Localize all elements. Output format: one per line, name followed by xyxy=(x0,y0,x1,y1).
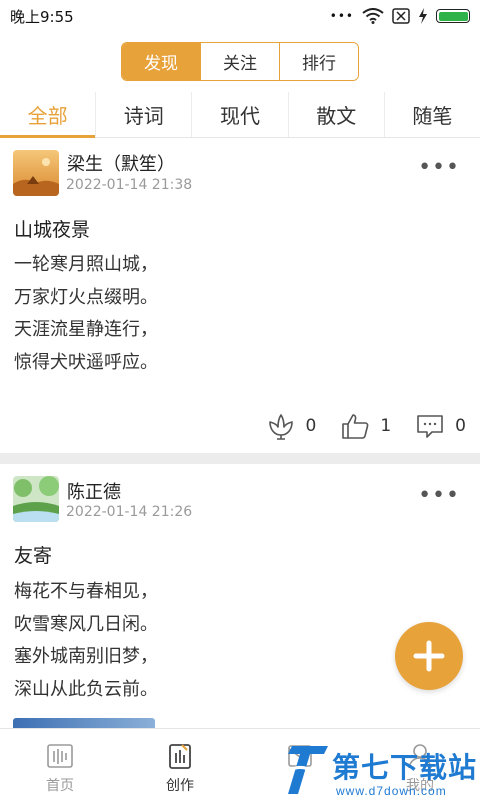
nav-home[interactable]: 首页 xyxy=(0,729,120,800)
flower-count: 0 xyxy=(305,416,317,436)
status-bar: 晚上9:55 ••• xyxy=(0,0,480,32)
tab-follow[interactable]: 关注 xyxy=(200,43,279,80)
watermark: 第七下载站 www.d7down.com xyxy=(284,740,480,800)
post-card[interactable]: 陈正德 2022-01-14 21:26 ••• 友寄 梅花不与春相见， 吹雪寒… xyxy=(0,464,480,728)
post-time: 2022-01-14 21:38 xyxy=(66,177,193,193)
wifi-icon xyxy=(362,8,384,24)
author-name[interactable]: 梁生（默笙） xyxy=(67,150,175,176)
poem-line: 吹雪寒风几日闲。 xyxy=(14,613,158,635)
post-title: 友寄 xyxy=(14,545,53,567)
nav-home-label: 首页 xyxy=(46,778,74,794)
post-title: 山城夜景 xyxy=(14,219,91,241)
create-icon xyxy=(169,744,191,769)
more-options-icon[interactable]: ••• xyxy=(418,157,460,179)
create-post-button[interactable] xyxy=(395,622,463,690)
category-all[interactable]: 全部 xyxy=(0,92,96,138)
category-tabs: 全部 诗词 现代 散文 随笔 xyxy=(0,92,480,138)
comment-icon xyxy=(417,415,443,438)
signal-dots-icon: ••• xyxy=(329,9,354,23)
like-button[interactable]: 1 xyxy=(340,411,391,441)
segment-tabs: 发现 关注 排行 xyxy=(121,42,359,81)
poem-line: 深山从此负云前。 xyxy=(14,678,158,700)
post-card[interactable]: 梁生（默笙） 2022-01-14 21:38 ••• 山城夜景 一轮寒月照山城… xyxy=(0,139,480,453)
plus-icon xyxy=(413,640,445,672)
nav-create[interactable]: 创作 xyxy=(120,729,240,800)
more-options-icon[interactable]: ••• xyxy=(418,485,460,507)
flower-button[interactable]: 0 xyxy=(266,411,317,441)
poem-line: 一轮寒月照山城， xyxy=(14,254,158,275)
watermark-logo-icon xyxy=(288,746,328,794)
charging-icon xyxy=(419,8,427,24)
poem-line: 梅花不与春相见， xyxy=(14,581,158,602)
flower-icon xyxy=(268,414,293,440)
post-image[interactable] xyxy=(13,718,155,728)
category-prose[interactable]: 散文 xyxy=(287,92,384,137)
category-essay[interactable]: 随笔 xyxy=(383,92,480,137)
status-icons: ••• xyxy=(330,8,470,24)
poem-line: 惊得犬吠遥呼应。 xyxy=(14,351,158,373)
poem-line: 塞外城南别旧梦， xyxy=(14,646,158,667)
post-actions: 0 1 0 xyxy=(242,411,466,441)
tab-discover[interactable]: 发现 xyxy=(122,43,200,80)
post-divider xyxy=(0,453,480,464)
comment-count: 0 xyxy=(455,416,466,436)
post-body: 梅花不与春相见， 吹雪寒风几日闲。 塞外城南别旧梦， 深山从此负云前。 xyxy=(14,576,158,706)
poem-line: 万家灯火点缀明。 xyxy=(14,286,158,308)
post-time: 2022-01-14 21:26 xyxy=(66,504,193,520)
like-count: 1 xyxy=(380,416,392,436)
battery-icon xyxy=(436,9,470,23)
category-modern[interactable]: 现代 xyxy=(191,92,287,137)
watermark-text: 第七下载站 xyxy=(332,751,478,784)
home-icon xyxy=(47,744,73,768)
thumbs-up-icon xyxy=(342,414,369,439)
watermark-url: www.d7down.com xyxy=(336,784,447,798)
sim-blocked-icon xyxy=(392,8,410,24)
avatar[interactable] xyxy=(13,150,59,196)
author-name[interactable]: 陈正德 xyxy=(67,478,121,504)
tab-ranking[interactable]: 排行 xyxy=(279,43,358,80)
status-time: 晚上9:55 xyxy=(10,7,74,26)
nav-create-label: 创作 xyxy=(166,778,194,794)
comment-button[interactable]: 0 xyxy=(415,411,466,441)
category-poetry[interactable]: 诗词 xyxy=(95,92,191,137)
post-body: 一轮寒月照山城， 万家灯火点缀明。 天涯流星静连行， 惊得犬吠遥呼应。 xyxy=(14,249,158,379)
poem-line: 天涯流星静连行， xyxy=(14,319,158,340)
avatar[interactable] xyxy=(13,476,59,522)
